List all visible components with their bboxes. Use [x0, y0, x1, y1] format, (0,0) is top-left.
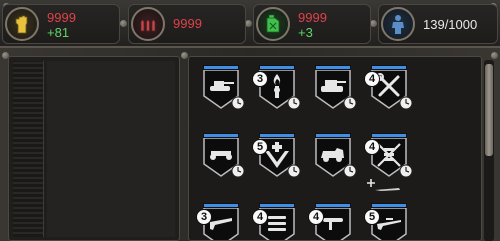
- selection-preview: [47, 61, 175, 237]
- unit-card-flamethrower[interactable]: 3: [252, 65, 301, 110]
- screw-decoration: [370, 20, 377, 27]
- unit-count-badge: 4: [308, 209, 324, 225]
- unit-count-badge: 4: [364, 71, 380, 87]
- screw-decoration: [245, 20, 252, 27]
- clock-icon: [399, 164, 413, 178]
- screw-decoration: [491, 52, 498, 59]
- unit-card-medium-tank[interactable]: [315, 65, 357, 110]
- unit-card-rifleman[interactable]: 3: [196, 203, 239, 240]
- clock-icon: [231, 164, 245, 178]
- clock-icon: [343, 96, 357, 110]
- unit-count-badge: 5: [364, 209, 380, 225]
- plus-icon: [367, 179, 375, 187]
- main-frame: 3 4 5 4 3 4 4 5: [0, 48, 500, 241]
- scrollbar-thumb[interactable]: [485, 64, 493, 156]
- unit-card-light-tank[interactable]: [203, 65, 245, 110]
- unit-count-badge: 4: [364, 139, 380, 155]
- unit-card-mortar[interactable]: 4: [252, 203, 295, 240]
- fuel-can-icon: [256, 7, 290, 41]
- population-value: 139/1000: [423, 17, 478, 32]
- resource-ammo[interactable]: 9999: [128, 4, 246, 44]
- unit-grid-scrollbar[interactable]: [484, 60, 494, 241]
- unit-grid-panel: 3 4 5 4 3 4 4 5: [188, 56, 482, 241]
- unit-count-badge: 3: [196, 209, 212, 225]
- unit-card-truck[interactable]: [203, 133, 245, 178]
- unit-card-officer[interactable]: 4: [364, 133, 413, 178]
- soldier-icon: [381, 7, 415, 41]
- fuel-delta: +3: [298, 25, 313, 40]
- resource-fuel[interactable]: 9999 +3: [253, 4, 371, 44]
- clock-icon: [343, 164, 357, 178]
- unit-count-badge: 3: [252, 71, 268, 87]
- unit-count-badge: 5: [252, 139, 268, 155]
- fuel-value: 9999: [298, 10, 327, 25]
- clock-icon: [287, 96, 301, 110]
- ammo-value: 9999: [173, 16, 202, 31]
- clock-icon: [231, 96, 245, 110]
- unit-card-engineer[interactable]: 4: [364, 65, 413, 110]
- screw-decoration: [181, 52, 188, 59]
- clock-icon: [399, 96, 413, 110]
- unit-card-anti-tank[interactable]: 4: [308, 203, 351, 240]
- left-list-track[interactable]: [13, 61, 44, 237]
- unit-card-armored-car[interactable]: [315, 133, 357, 178]
- unit-card-medic[interactable]: 5: [252, 133, 301, 178]
- rifle-small-icon: [375, 188, 400, 191]
- clock-icon: [287, 164, 301, 178]
- screw-decoration: [120, 20, 127, 27]
- food-delta: +81: [47, 25, 70, 40]
- resource-bar: 9999 +81 9999 9999 +3 139/1000: [0, 0, 500, 48]
- resource-food[interactable]: 9999 +81: [2, 4, 120, 44]
- bullets-icon: [131, 7, 165, 41]
- unit-count-badge: 4: [252, 209, 268, 225]
- unit-card-sniper[interactable]: 5: [364, 203, 407, 240]
- fist-icon: [5, 7, 39, 41]
- left-panel: [8, 56, 180, 241]
- food-value: 9999: [47, 10, 76, 25]
- resource-population[interactable]: 139/1000: [378, 4, 498, 44]
